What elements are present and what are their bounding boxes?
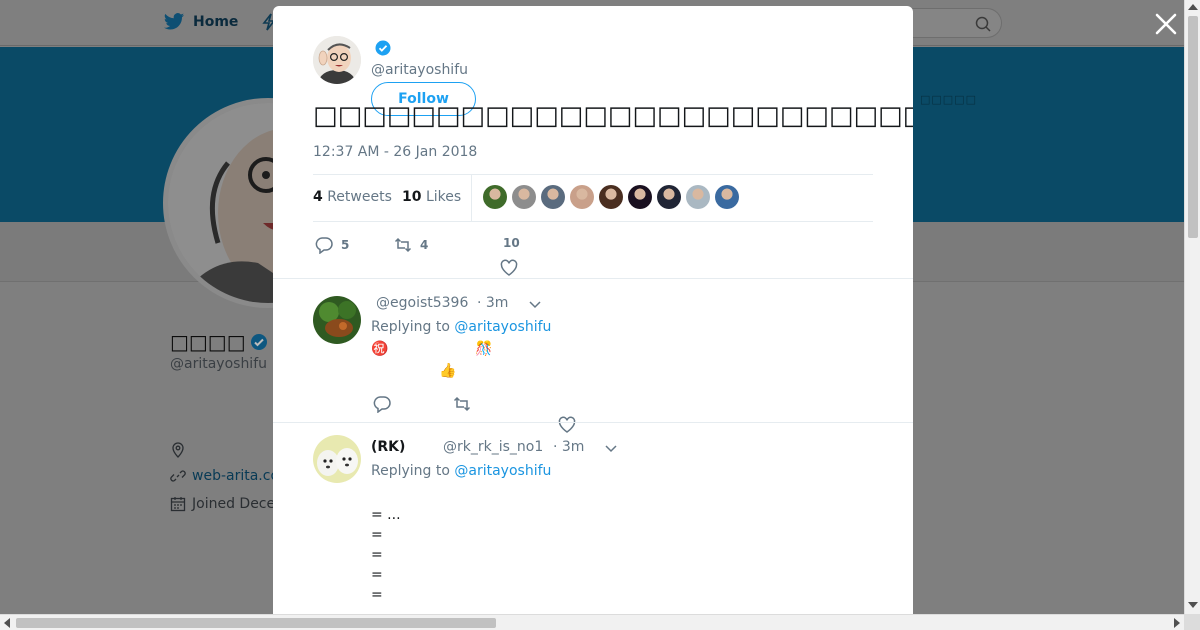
chevron-down-icon[interactable]	[529, 301, 541, 309]
like-count: 10	[503, 236, 520, 250]
tweet-actions: 5 4 10	[313, 232, 873, 276]
search-box[interactable]	[912, 8, 1002, 38]
liker-avatar[interactable]	[512, 185, 536, 209]
stats-divider	[471, 175, 472, 221]
liker-avatar[interactable]	[657, 185, 681, 209]
scroll-left-arrow[interactable]	[4, 618, 10, 628]
reply-icon[interactable]	[373, 395, 391, 413]
retweets-stat[interactable]: 4 Retweets	[313, 189, 392, 205]
location-pin-icon	[172, 442, 184, 458]
likes-stat[interactable]: 10 Likes	[402, 189, 461, 205]
tweet-text: □□□□□□□□□□□□□□□□□□□□□□□□□□□□□□□□□□□□□□□□…	[313, 101, 913, 131]
kusudama-emoji: 🎊	[475, 341, 493, 357]
search-icon	[975, 16, 991, 32]
tweet-modal: @aritayoshifu Follow □□□□□□□□□□□□□□□□□□□…	[273, 6, 913, 614]
liker-avatars	[483, 185, 739, 209]
liker-avatar[interactable]	[628, 185, 652, 209]
liker-avatar[interactable]	[541, 185, 565, 209]
horizontal-scroll-thumb[interactable]	[16, 618, 496, 628]
scrollbar-corner	[1184, 614, 1200, 630]
reply-time[interactable]: · 3m	[553, 439, 584, 455]
vertical-scroll-thumb[interactable]	[1188, 16, 1198, 238]
reply-text-line: = ...	[371, 507, 401, 523]
author-portrait	[313, 36, 361, 84]
tweet-timestamp[interactable]: 12:37 AM - 26 Jan 2018	[313, 144, 477, 160]
reply-name[interactable]: (RK)	[371, 439, 405, 455]
replying-to: Replying to @aritayoshifu	[371, 319, 551, 335]
dogs-avatar	[313, 435, 361, 483]
profile-website-link[interactable]: web-arita.co	[192, 468, 279, 484]
replying-prefix: Replying to	[371, 463, 450, 479]
author-avatar[interactable]	[313, 36, 361, 84]
likes-label: Likes	[425, 189, 462, 205]
scroll-right-arrow[interactable]	[1174, 618, 1180, 628]
heart-icon[interactable]	[500, 259, 518, 277]
vertical-scrollbar[interactable]	[1184, 0, 1200, 614]
calendar-icon	[170, 497, 186, 512]
close-icon[interactable]	[1153, 11, 1179, 37]
profile-joined: Joined Dece	[170, 496, 275, 512]
chevron-down-icon[interactable]	[605, 445, 617, 453]
likes-count: 10	[402, 189, 422, 205]
author-handle[interactable]: @aritayoshifu	[371, 62, 468, 78]
profile-handle: @aritayoshifu	[170, 356, 268, 372]
reply-text-line: =	[371, 567, 383, 583]
like-count-wrap: 10	[503, 236, 520, 250]
reply-item[interactable]: (RK) @rk_rk_is_no1 · 3m Replying to @ari…	[273, 422, 913, 614]
reply-action[interactable]: 5	[315, 236, 349, 254]
retweet-action[interactable]: 4	[394, 236, 428, 254]
liker-avatar[interactable]	[483, 185, 507, 209]
profile-name: □□□□	[170, 330, 268, 354]
reply-time[interactable]: · 3m	[477, 295, 508, 311]
mention-link[interactable]: @aritayoshifu	[454, 463, 551, 479]
tweet-stats: 4 Retweets 10 Likes	[313, 174, 873, 222]
verified-badge-icon	[250, 334, 267, 350]
scroll-up-arrow[interactable]	[1188, 4, 1198, 10]
reply-item[interactable]: @egoist5396 · 3m Replying to @aritayoshi…	[273, 278, 913, 433]
retweets-label: Retweets	[327, 189, 392, 205]
plant-avatar	[313, 296, 361, 344]
retweet-icon[interactable]	[453, 395, 471, 413]
liker-avatar[interactable]	[599, 185, 623, 209]
retweet-icon	[394, 237, 412, 253]
thumbs-up-emoji: 👍	[439, 363, 457, 379]
replying-to: Replying to @aritayoshifu	[371, 463, 551, 479]
reply-text-line: =	[371, 527, 383, 543]
nav-home[interactable]: Home	[163, 12, 238, 32]
profile-website[interactable]: web-arita.co	[170, 468, 279, 484]
link-icon	[170, 470, 186, 482]
reply-text-line: =	[371, 547, 383, 563]
congrats-emoji: ㊗️	[371, 341, 389, 357]
reply-handle[interactable]: @rk_rk_is_no1	[443, 439, 543, 455]
horizontal-scrollbar[interactable]	[0, 614, 1184, 630]
reply-avatar[interactable]	[313, 435, 361, 483]
liker-avatar[interactable]	[570, 185, 594, 209]
nav-home-label: Home	[193, 14, 239, 30]
reply-avatar[interactable]	[313, 296, 361, 344]
verified-badge-icon	[375, 40, 391, 56]
retweet-count: 4	[420, 238, 429, 252]
reply-count: 5	[341, 238, 350, 252]
twitter-bird-icon	[163, 13, 185, 30]
profile-location	[170, 442, 186, 458]
reply-handle[interactable]: @egoist5396	[376, 295, 468, 311]
replying-prefix: Replying to	[371, 319, 450, 335]
scroll-down-arrow[interactable]	[1188, 602, 1198, 608]
liker-avatar[interactable]	[715, 185, 739, 209]
retweets-count: 4	[313, 189, 323, 205]
mention-link[interactable]: @aritayoshifu	[454, 319, 551, 335]
reply-text-line: =	[371, 587, 383, 603]
banner-text: □□□□□	[920, 93, 977, 106]
reply-icon	[315, 237, 333, 254]
profile-joined-text: Joined Dece	[192, 496, 276, 512]
liker-avatar[interactable]	[686, 185, 710, 209]
